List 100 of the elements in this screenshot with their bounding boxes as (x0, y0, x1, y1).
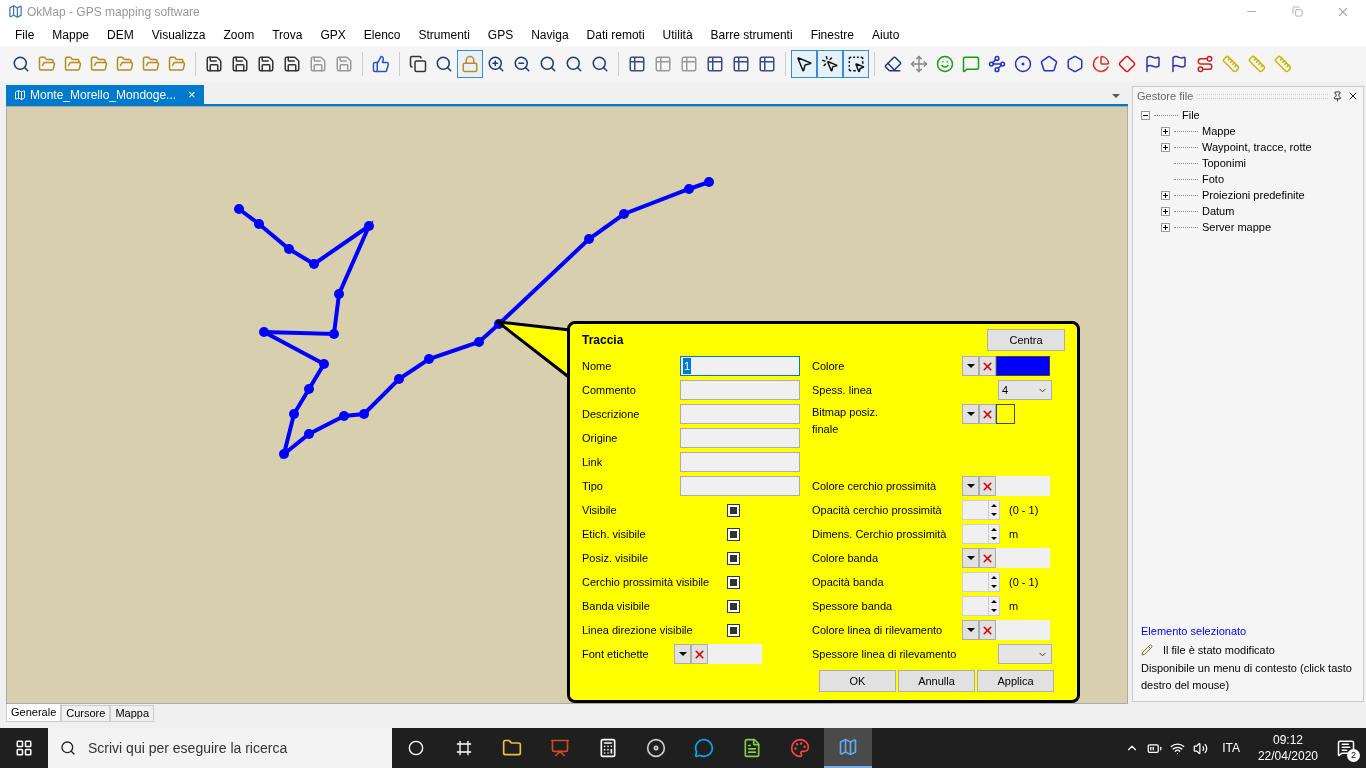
text-field[interactable]: 1 (680, 356, 800, 376)
field-label: Commento (582, 382, 637, 398)
number-field[interactable] (962, 572, 1000, 592)
menu-item[interactable]: Strumenti (409, 25, 479, 44)
dropdown-button[interactable] (962, 548, 979, 568)
menu-item[interactable]: Zoom (214, 25, 264, 44)
clock[interactable]: 09:12 22/04/2020 (1257, 732, 1318, 764)
value-field[interactable] (996, 620, 1050, 640)
tree-toggle[interactable] (1141, 110, 1150, 120)
circle-icon (1014, 55, 1032, 73)
bottom-tab[interactable]: Cursore (61, 705, 111, 722)
text-field[interactable] (680, 452, 800, 472)
tree-item[interactable]: Mappe (1202, 122, 1236, 140)
number-field[interactable] (962, 500, 1000, 520)
dropdown-button[interactable] (962, 476, 979, 496)
search-field[interactable]: Scrivi qui per eseguire la ricerca (48, 728, 392, 768)
clear-button[interactable] (979, 476, 996, 496)
wifi-icon[interactable] (1170, 740, 1186, 756)
menu-item[interactable]: File (6, 25, 44, 44)
tab-list-caret-icon[interactable] (1112, 94, 1120, 98)
tree-item[interactable]: File (1182, 106, 1200, 124)
dropdown-button[interactable] (962, 620, 979, 640)
field-label: Nome (582, 358, 613, 374)
dialog-button[interactable]: Annulla (898, 670, 975, 692)
clear-button[interactable] (691, 644, 708, 664)
pointer-button[interactable] (791, 50, 817, 78)
checkbox[interactable] (727, 575, 740, 589)
menu-item[interactable]: Trova (263, 25, 312, 44)
tree-toggle[interactable] (1161, 222, 1170, 232)
center-button[interactable]: Centra (987, 329, 1065, 351)
menu-item[interactable]: Barre strumenti (701, 25, 802, 44)
menu-item[interactable]: DEM (98, 25, 143, 44)
menu-item[interactable]: GPS (478, 25, 523, 44)
tree-toggle[interactable] (1161, 206, 1170, 216)
field-label: Font etichette (582, 646, 650, 662)
pointer-button[interactable] (817, 50, 843, 78)
select-field[interactable]: 4 (998, 380, 1052, 400)
pin-icon[interactable] (1332, 90, 1343, 102)
menu-item[interactable]: Dati remoti (577, 25, 654, 44)
clear-icon (981, 479, 994, 493)
menu-item[interactable]: Utilità (653, 25, 702, 44)
menu-item[interactable]: Visualizza (142, 25, 215, 44)
selection-button[interactable] (843, 50, 869, 78)
notifications-button[interactable]: 2 (1326, 728, 1366, 768)
number-field[interactable] (962, 596, 1000, 616)
tree-toggle[interactable] (1161, 126, 1170, 136)
clear-button[interactable] (979, 356, 996, 376)
text-field[interactable] (680, 428, 800, 448)
ruler-icon (1222, 55, 1240, 73)
menu-item[interactable]: Aiuto (863, 25, 909, 44)
tree-item[interactable]: Server mappe (1202, 218, 1272, 236)
menu-item[interactable]: GPX (311, 25, 355, 44)
checkbox[interactable] (727, 527, 740, 541)
tab-close-button[interactable]: × (188, 84, 196, 105)
close-icon[interactable] (1347, 90, 1359, 102)
checkbox[interactable] (727, 599, 740, 613)
spin-buttons-icon[interactable] (988, 501, 999, 519)
checkbox[interactable] (727, 551, 740, 565)
value-field[interactable] (996, 476, 1050, 496)
number-field[interactable] (962, 524, 1000, 544)
clear-button[interactable] (979, 620, 996, 640)
checkbox[interactable] (727, 503, 740, 517)
value-field[interactable] (708, 644, 762, 664)
bottom-tab[interactable]: Mappa (110, 705, 155, 722)
value-field[interactable] (996, 548, 1050, 568)
tree-item[interactable]: Foto (1202, 170, 1224, 188)
clear-button[interactable] (979, 548, 996, 568)
text-field[interactable] (680, 404, 800, 424)
menu-item[interactable]: Naviga (522, 25, 578, 44)
menu-item[interactable]: Elenco (354, 25, 410, 44)
dialog-button[interactable]: Applica (977, 670, 1054, 692)
pencil-icon (1141, 643, 1153, 656)
spin-buttons-icon[interactable] (988, 525, 999, 543)
tree-item[interactable]: Datum (1202, 202, 1235, 220)
tree-toggle[interactable] (1161, 190, 1170, 200)
tree-item[interactable]: Proiezioni predefinite (1202, 186, 1305, 204)
dropdown-button[interactable] (962, 356, 979, 376)
spin-buttons-icon[interactable] (988, 573, 999, 591)
clear-button[interactable] (979, 404, 996, 424)
map-placeholder[interactable] (6, 106, 1128, 704)
save-icon (205, 55, 223, 73)
language-indicator[interactable]: ITA (1222, 739, 1240, 757)
tree-item[interactable]: Waypoint, tracce, rotte (1202, 138, 1312, 156)
checkbox[interactable] (727, 623, 740, 637)
text-field[interactable] (680, 380, 800, 400)
document-tab[interactable]: Monte_Morello_Mondoge... × (6, 85, 204, 104)
menu-item[interactable]: Mappe (43, 25, 99, 44)
dialog-button[interactable]: OK (819, 670, 896, 692)
volume-icon[interactable] (1193, 740, 1209, 756)
tree-item[interactable]: Toponimi (1202, 154, 1247, 172)
menu-item[interactable]: Finestre (801, 25, 863, 44)
tree-toggle[interactable] (1161, 142, 1170, 152)
text-field[interactable] (680, 476, 800, 496)
spin-buttons-icon[interactable] (988, 597, 999, 615)
color-swatch[interactable] (996, 404, 1015, 424)
bottom-tab[interactable]: Generale (6, 704, 62, 722)
color-swatch[interactable] (996, 356, 1050, 376)
dropdown-button[interactable] (962, 404, 979, 424)
dropdown-button[interactable] (674, 644, 691, 664)
select-field[interactable] (998, 644, 1052, 664)
